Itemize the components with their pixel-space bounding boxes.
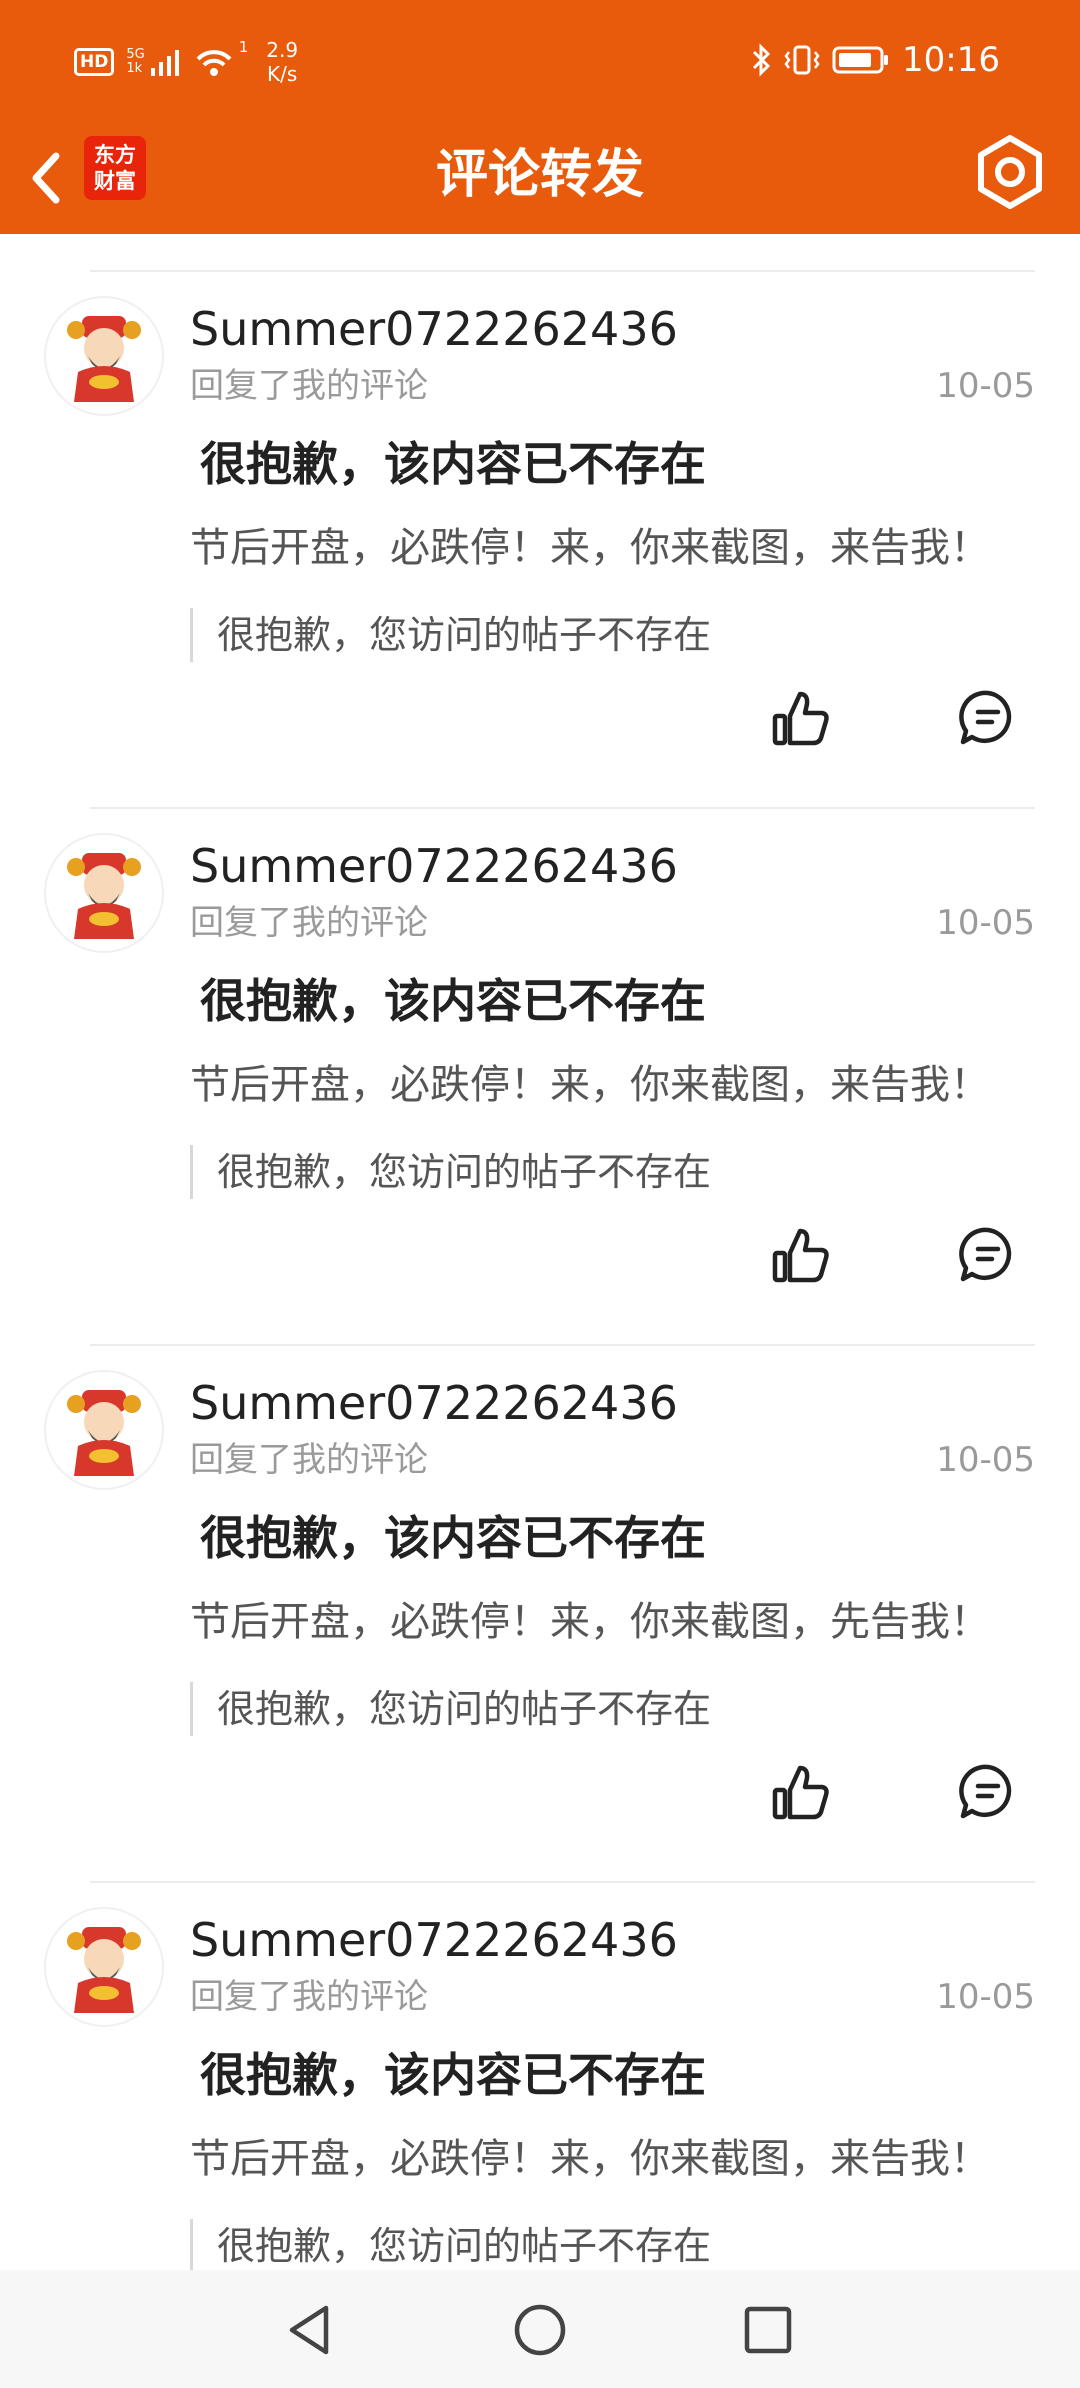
comment-title[interactable]: 很抱歉，该内容已不存在 — [200, 1508, 706, 1568]
message-list[interactable]: Summer0722262436 回复了我的评论 10-05 很抱歉，该内容已不… — [0, 234, 1080, 2270]
comment-title[interactable]: 很抱歉，该内容已不存在 — [200, 2045, 706, 2105]
nav-home-button[interactable] — [510, 2300, 570, 2360]
settings-button[interactable] — [970, 132, 1050, 212]
list-item[interactable]: Summer0722262436 回复了我的评论 10-05 很抱歉，该内容已不… — [0, 771, 1080, 1308]
quoted-post[interactable]: 很抱歉，您访问的帖子不存在 — [190, 608, 711, 662]
network-speed: 2.9 K/s — [266, 38, 299, 86]
wifi-badge: 1 — [238, 38, 249, 56]
comment-icon — [959, 1764, 1012, 1819]
like-button[interactable] — [770, 1225, 832, 1287]
date: 10-05 — [936, 1440, 1035, 1480]
battery-icon — [832, 46, 889, 74]
username[interactable]: Summer0722262436 — [190, 1374, 678, 1432]
page-title: 评论转发 — [435, 145, 644, 205]
quoted-post[interactable]: 很抱歉，您访问的帖子不存在 — [190, 1682, 711, 1736]
app-header: HD 5G 1k 1 2.9 K/s 10:16 东方 财富 评论转发 — [0, 0, 1080, 234]
comment-icon — [959, 690, 1012, 745]
like-button[interactable] — [770, 688, 832, 750]
avatar[interactable] — [44, 1370, 164, 1490]
username[interactable]: Summer0722262436 — [190, 1911, 678, 1969]
app-bar: 东方 财富 评论转发 — [0, 120, 1080, 234]
thumbs-up-icon — [772, 1228, 829, 1283]
divider — [90, 807, 1035, 809]
divider — [90, 1344, 1035, 1346]
list-item[interactable]: Summer0722262436 回复了我的评论 10-05 很抱歉，该内容已不… — [0, 1308, 1080, 1845]
date: 10-05 — [936, 1977, 1035, 2017]
divider — [90, 270, 1035, 272]
status-bar: HD 5G 1k 1 2.9 K/s 10:16 — [0, 0, 1080, 120]
thumbs-up-icon — [772, 691, 829, 746]
signal-icon — [150, 50, 179, 76]
reply-label: 回复了我的评论 — [190, 903, 428, 943]
fortune-god-avatar-icon — [67, 853, 141, 939]
username[interactable]: Summer0722262436 — [190, 837, 678, 895]
clock: 10:16 — [902, 40, 1000, 80]
like-button[interactable] — [770, 1762, 832, 1824]
comment-text[interactable]: 节后开盘，必跌停！来，你来截图，来告我！ — [190, 2133, 990, 2185]
gear-icon — [978, 135, 1042, 209]
list-item[interactable]: Summer0722262436 回复了我的评论 10-05 很抱歉，该内容已不… — [0, 1845, 1080, 2270]
hd-badge: HD — [74, 48, 115, 76]
triangle-back-icon — [289, 2305, 329, 2355]
comment-text[interactable]: 节后开盘，必跌停！来，你来截图，来告我！ — [190, 522, 990, 574]
system-nav-bar — [0, 2270, 1080, 2388]
comment-text[interactable]: 节后开盘，必跌停！来，你来截图，先告我！ — [190, 1596, 990, 1648]
quoted-post[interactable]: 很抱歉，您访问的帖子不存在 — [190, 2219, 711, 2270]
bluetooth-icon — [752, 43, 771, 77]
date: 10-05 — [936, 903, 1035, 943]
vibrate-icon — [784, 45, 820, 75]
comment-icon — [959, 1227, 1012, 1282]
circle-home-icon — [514, 2304, 566, 2356]
divider — [90, 1881, 1035, 1883]
thumbs-up-icon — [772, 1765, 829, 1820]
square-recents-icon — [744, 2306, 792, 2354]
reply-label: 回复了我的评论 — [190, 1440, 428, 1480]
network-type: 5G 1k — [126, 47, 145, 76]
comment-button[interactable] — [958, 1762, 1018, 1822]
nav-recents-button[interactable] — [738, 2300, 798, 2360]
reply-label: 回复了我的评论 — [190, 1977, 428, 2017]
comment-text[interactable]: 节后开盘，必跌停！来，你来截图，来告我！ — [190, 1059, 990, 1111]
comment-title[interactable]: 很抱歉，该内容已不存在 — [200, 971, 706, 1031]
date: 10-05 — [936, 366, 1035, 406]
avatar[interactable] — [44, 833, 164, 953]
fortune-god-avatar-icon — [67, 1927, 141, 2013]
fortune-god-avatar-icon — [67, 316, 141, 402]
avatar[interactable] — [44, 296, 164, 416]
nav-back-button[interactable] — [280, 2300, 340, 2360]
fortune-god-avatar-icon — [67, 1390, 141, 1476]
wifi-icon — [196, 50, 232, 76]
comment-button[interactable] — [958, 688, 1018, 748]
avatar[interactable] — [44, 1907, 164, 2027]
comment-button[interactable] — [958, 1225, 1018, 1285]
reply-label: 回复了我的评论 — [190, 366, 428, 406]
quoted-post[interactable]: 很抱歉，您访问的帖子不存在 — [190, 1145, 711, 1199]
username[interactable]: Summer0722262436 — [190, 300, 678, 358]
list-item[interactable]: Summer0722262436 回复了我的评论 10-05 很抱歉，该内容已不… — [0, 234, 1080, 771]
comment-title[interactable]: 很抱歉，该内容已不存在 — [200, 434, 706, 494]
